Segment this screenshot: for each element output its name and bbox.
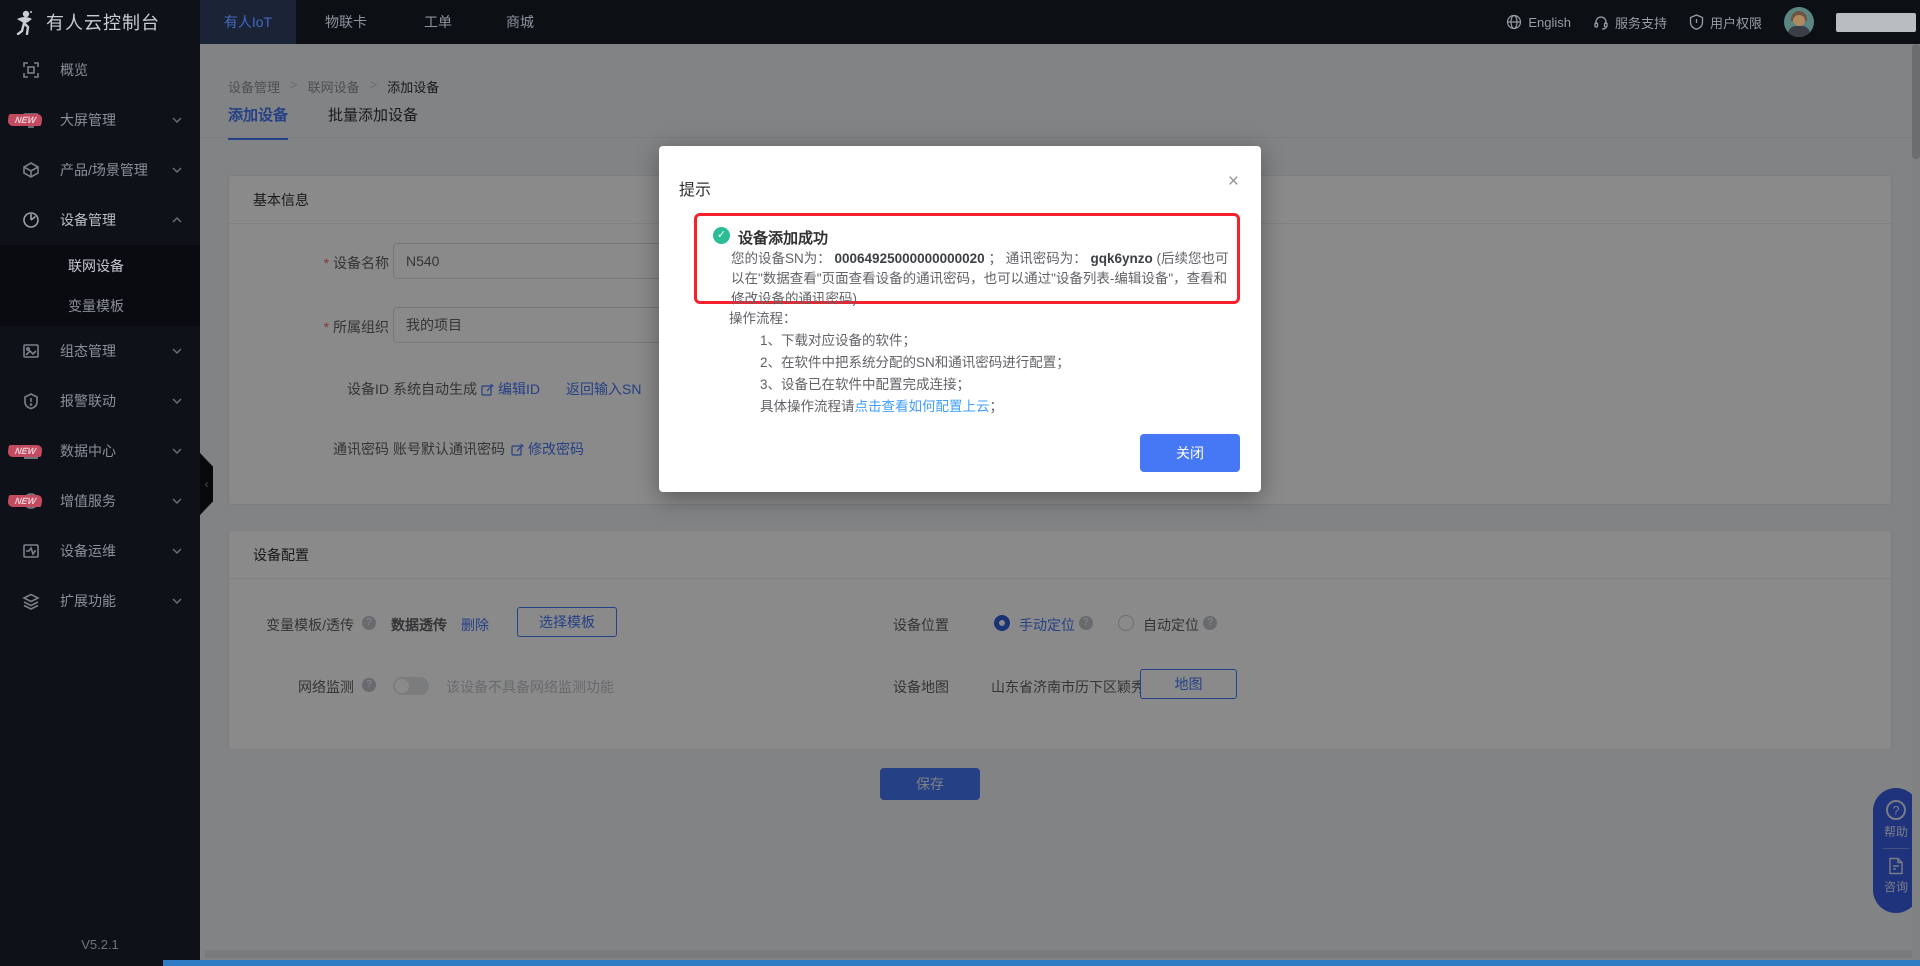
sidebar-item-label: 数据中心	[60, 441, 116, 461]
sidebar-item-label: 扩展功能	[60, 591, 116, 611]
device-sn-value: 00064925000000000020	[835, 251, 985, 266]
sidebar-item-data-center[interactable]: 数据中心 NEW	[0, 426, 200, 476]
sidebar-item-value-added-services[interactable]: 增值服务 NEW	[0, 476, 200, 526]
new-badge: NEW	[7, 495, 43, 507]
top-navbar: 有人IoT 物联卡 工单 商城 English 服务支持	[200, 0, 1920, 44]
device-mgmt-icon	[22, 211, 40, 229]
permissions-label: 用户权限	[1710, 13, 1762, 32]
sidebar-item-alarm-linkage[interactable]: 报警联动	[0, 376, 200, 426]
sidebar-item-label: 产品/场景管理	[60, 160, 148, 180]
sidebar-item-product-mgmt[interactable]: 产品/场景管理	[0, 145, 200, 195]
sidebar-item-label: 大屏管理	[60, 110, 116, 130]
step-item: 1、下载对应设备的软件；	[760, 330, 1070, 352]
app-root: 有人云控制台 概览 大屏管理 NEW	[0, 0, 1920, 966]
pwd-prefix: ； 通讯密码为：	[985, 251, 1091, 266]
chevron-down-icon	[172, 165, 182, 175]
nav-tab-work-order[interactable]: 工单	[396, 0, 480, 44]
shield-icon	[1689, 14, 1704, 30]
headset-icon	[1593, 14, 1609, 30]
sn-prefix: 您的设备SN为：	[731, 251, 835, 266]
globe-icon	[1506, 14, 1522, 30]
sidebar-item-overview[interactable]: 概览	[0, 45, 200, 95]
bottom-scrollbar-thumb[interactable]	[163, 960, 1920, 966]
sidebar-item-scada-mgmt[interactable]: 组态管理	[0, 326, 200, 376]
alarm-icon	[22, 392, 40, 410]
success-title: 设备添加成功	[738, 227, 828, 248]
sidebar-item-label: 组态管理	[60, 341, 116, 361]
device-ops-icon	[22, 542, 40, 560]
chevron-down-icon	[172, 115, 182, 125]
sidebar-item-label: 设备管理	[60, 210, 116, 230]
chevron-down-icon	[172, 446, 182, 456]
new-badge: NEW	[7, 114, 43, 126]
app-title: 有人云控制台	[46, 9, 160, 35]
language-switch[interactable]: English	[1506, 14, 1571, 30]
product-cube-icon	[22, 161, 40, 179]
nav-tab-mall[interactable]: 商城	[480, 0, 560, 44]
nav-tab-usr-iot[interactable]: 有人IoT	[200, 0, 296, 44]
comm-password-value: gqk6ynzo	[1090, 251, 1152, 266]
top-nav-tabs: 有人IoT 物联卡 工单 商城	[200, 0, 560, 44]
operation-steps: 操作流程： 1、下载对应设备的软件； 2、在软件中把系统分配的SN和通讯密码进行…	[729, 308, 1070, 418]
step-more: 具体操作流程请点击查看如何配置上云；	[760, 396, 1070, 418]
notice-dialog: 提示 × ✓ 设备添加成功 您的设备SN为： 00064925000000000…	[659, 146, 1261, 492]
usr-logo-icon	[12, 9, 38, 35]
support-label: 服务支持	[1615, 13, 1667, 32]
sidebar-item-label: 报警联动	[60, 391, 116, 411]
sidebar-item-label: 概览	[60, 60, 88, 80]
layers-icon	[22, 592, 40, 610]
success-check-icon: ✓	[713, 227, 730, 244]
dialog-title: 提示	[679, 176, 711, 200]
success-detail-text: 您的设备SN为： 00064925000000000020 ； 通讯密码为： g…	[731, 249, 1233, 309]
step-item: 3、设备已在软件中配置完成连接；	[760, 374, 1070, 396]
dialog-close-button[interactable]: 关闭	[1140, 434, 1240, 472]
language-label: English	[1528, 15, 1571, 30]
version-label: V5.2.1	[0, 937, 200, 952]
close-icon[interactable]: ×	[1228, 172, 1239, 191]
user-avatar[interactable]	[1784, 7, 1814, 37]
sidebar-item-extensions[interactable]: 扩展功能	[0, 576, 200, 626]
user-permissions[interactable]: 用户权限	[1689, 13, 1762, 32]
sidebar-item-device-mgmt[interactable]: 设备管理	[0, 195, 200, 245]
chevron-down-icon	[172, 596, 182, 606]
top-nav-right: English 服务支持 用户权限	[1506, 0, 1916, 44]
sidebar-item-device-ops[interactable]: 设备运维	[0, 526, 200, 576]
chevron-down-icon	[172, 396, 182, 406]
chevron-down-icon	[172, 496, 182, 506]
sidebar-item-variable-templates[interactable]: 变量模板	[0, 286, 200, 326]
how-to-configure-link[interactable]: 点击查看如何配置上云	[855, 399, 990, 414]
sidebar-item-screen-mgmt[interactable]: 大屏管理 NEW	[0, 95, 200, 145]
new-badge: NEW	[7, 445, 43, 457]
logo[interactable]: 有人云控制台	[0, 0, 200, 44]
overview-icon	[22, 61, 40, 79]
nav-tab-iot-card[interactable]: 物联卡	[296, 0, 396, 44]
chevron-down-icon	[172, 546, 182, 556]
success-highlight-box: ✓ 设备添加成功 您的设备SN为： 00064925000000000020 ；…	[694, 213, 1240, 304]
more-prefix: 具体操作流程请	[760, 399, 855, 414]
sidebar-item-label: 设备运维	[60, 541, 116, 561]
steps-title: 操作流程：	[729, 308, 1070, 330]
chevron-up-icon	[172, 215, 182, 225]
username-redacted[interactable]	[1836, 13, 1916, 32]
scada-image-icon	[22, 342, 40, 360]
more-suffix: ；	[990, 399, 1004, 414]
sidebar: 有人云控制台 概览 大屏管理 NEW	[0, 0, 200, 966]
chevron-down-icon	[172, 346, 182, 356]
service-support[interactable]: 服务支持	[1593, 13, 1667, 32]
sidebar-item-label: 增值服务	[60, 491, 116, 511]
sidebar-item-networked-devices[interactable]: 联网设备	[0, 246, 200, 286]
sidebar-submenu-device-mgmt: 联网设备 变量模板	[0, 245, 200, 326]
step-item: 2、在软件中把系统分配的SN和通讯密码进行配置；	[760, 352, 1070, 374]
